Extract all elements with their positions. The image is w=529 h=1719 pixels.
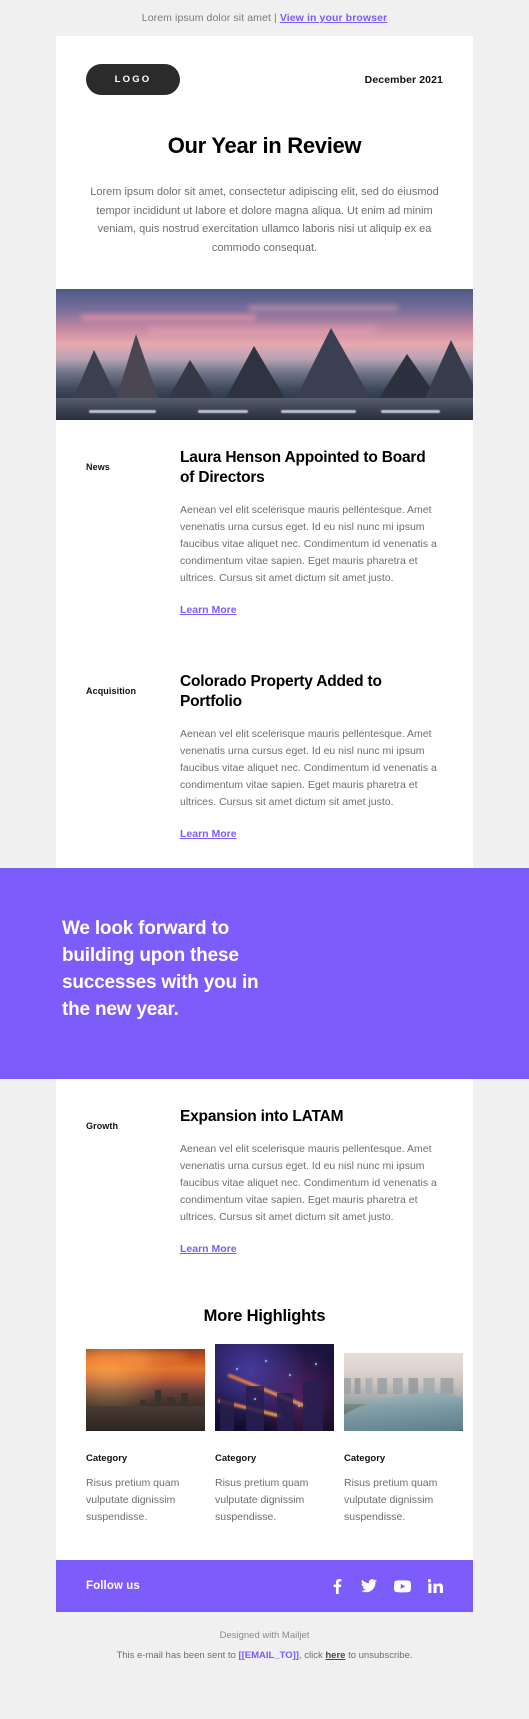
cloud-streak-icon xyxy=(81,315,257,321)
unsubscribe-link[interactable]: here xyxy=(325,1650,345,1661)
quote-text: We look forward to building upon these s… xyxy=(62,918,259,1020)
article-text: Aenean vel elit scelerisque mauris pelle… xyxy=(180,728,437,808)
light-trail xyxy=(226,1373,306,1408)
article-title: Expansion into LATAM xyxy=(180,1108,344,1125)
light-dot xyxy=(264,1359,267,1362)
designed-with-label: Designed with Mailjet xyxy=(219,1630,310,1641)
highlights-cards-row: Category Risus pretium quam vulputate di… xyxy=(86,1326,463,1526)
article-row: Acquisition Colorado Property Added to P… xyxy=(86,644,443,868)
building-shape xyxy=(276,1392,293,1431)
cloud-streak-icon xyxy=(247,306,398,311)
highlight-category: Category xyxy=(344,1453,386,1464)
article-row: News Laura Henson Appointed to Board of … xyxy=(86,420,443,644)
email-token: [[EMAIL_TO]] xyxy=(238,1650,299,1661)
highlight-image[interactable] xyxy=(86,1349,205,1431)
highlight-image[interactable] xyxy=(215,1344,334,1431)
light-dot xyxy=(236,1368,239,1371)
learn-more-link[interactable]: Learn More xyxy=(180,604,237,616)
social-icons-group xyxy=(331,1578,443,1594)
snowfield xyxy=(56,398,473,420)
footer: Designed with Mailjet This e-mail has be… xyxy=(0,1612,529,1661)
article-body: Expansion into LATAM Aenean vel elit sce… xyxy=(180,1107,443,1283)
article-body: Colorado Property Added to Portfolio Aen… xyxy=(180,672,443,868)
article-label: Acquisition xyxy=(86,686,137,696)
highlight-description: Risus pretium quam vulputate dignissim s… xyxy=(86,1477,180,1523)
footer-legal-text: This e-mail has been sent to [[EMAIL_TO]… xyxy=(0,1641,529,1661)
facebook-icon[interactable] xyxy=(331,1578,344,1594)
building-shape xyxy=(303,1380,324,1431)
article-body: Laura Henson Appointed to Board of Direc… xyxy=(180,448,443,644)
growth-section: Growth Expansion into LATAM Aenean vel e… xyxy=(56,1079,473,1560)
hero-mountain-image xyxy=(56,289,473,420)
learn-more-link[interactable]: Learn More xyxy=(180,828,237,840)
article-label: Growth xyxy=(86,1121,119,1131)
news-section: News Laura Henson Appointed to Board of … xyxy=(56,420,473,868)
logo-badge[interactable]: LOGO xyxy=(86,64,180,95)
snow-patch xyxy=(197,410,248,413)
view-in-browser-link[interactable]: View in your browser xyxy=(280,12,387,24)
highlight-description: Risus pretium quam vulputate dignissim s… xyxy=(215,1477,309,1523)
learn-more-link[interactable]: Learn More xyxy=(180,1243,237,1255)
preheader-separator: | xyxy=(273,12,277,24)
highlights-title: More Highlights xyxy=(203,1307,326,1325)
quote-banner: We look forward to building upon these s… xyxy=(0,868,529,1079)
follow-bar: Follow us xyxy=(56,1560,473,1612)
twitter-icon[interactable] xyxy=(361,1579,377,1593)
linkedin-icon[interactable] xyxy=(428,1579,443,1593)
email-card: LOGO December 2021 Our Year in Review Lo… xyxy=(56,36,473,868)
page-title: Our Year in Review xyxy=(167,133,362,158)
article-title: Laura Henson Appointed to Board of Direc… xyxy=(180,449,426,486)
building-shape xyxy=(245,1385,264,1431)
river-shape xyxy=(344,1387,463,1431)
snow-patch xyxy=(381,410,440,413)
skyline-shape xyxy=(344,1377,463,1394)
article-label: News xyxy=(86,462,110,472)
light-dot xyxy=(314,1363,317,1366)
highlight-category: Category xyxy=(86,1453,128,1464)
article-row: Growth Expansion into LATAM Aenean vel e… xyxy=(86,1079,443,1283)
youtube-icon[interactable] xyxy=(394,1579,411,1593)
header-section: LOGO December 2021 Our Year in Review Lo… xyxy=(56,36,473,289)
highlight-card[interactable]: Category Risus pretium quam vulputate di… xyxy=(344,1344,463,1526)
light-dot xyxy=(288,1373,291,1376)
preheader-text: Lorem ipsum dolor sit amet xyxy=(141,12,271,24)
intro-paragraph: Lorem ipsum dolor sit amet, consectetur … xyxy=(90,186,439,254)
building-shape xyxy=(219,1397,234,1431)
article-title: Colorado Property Added to Portfolio xyxy=(180,673,382,710)
cloud-shape xyxy=(121,1350,188,1363)
light-dot xyxy=(298,1404,301,1407)
snow-patch xyxy=(281,410,357,413)
article-text: Aenean vel elit scelerisque mauris pelle… xyxy=(180,1143,437,1223)
article-text: Aenean vel elit scelerisque mauris pelle… xyxy=(180,504,437,584)
header-row: LOGO December 2021 xyxy=(86,36,443,101)
highlight-image[interactable] xyxy=(344,1353,463,1431)
snow-patch xyxy=(89,410,157,413)
highlight-category: Category xyxy=(215,1453,257,1464)
legal-suffix: to unsubscribe. xyxy=(345,1650,413,1661)
email-card-lower: Growth Expansion into LATAM Aenean vel e… xyxy=(56,1079,473,1560)
highlight-card[interactable]: Category Risus pretium quam vulputate di… xyxy=(86,1344,205,1526)
highlight-description: Risus pretium quam vulputate dignissim s… xyxy=(344,1477,438,1523)
preheader-bar: Lorem ipsum dolor sit amet | View in you… xyxy=(0,0,529,36)
legal-prefix: This e-mail has been sent to xyxy=(116,1650,239,1661)
issue-date: December 2021 xyxy=(364,73,443,86)
legal-mid: , click xyxy=(298,1650,326,1661)
highlight-card[interactable]: Category Risus pretium quam vulputate di… xyxy=(215,1344,334,1526)
water-shape xyxy=(86,1406,205,1431)
follow-us-label: Follow us xyxy=(86,1580,140,1592)
